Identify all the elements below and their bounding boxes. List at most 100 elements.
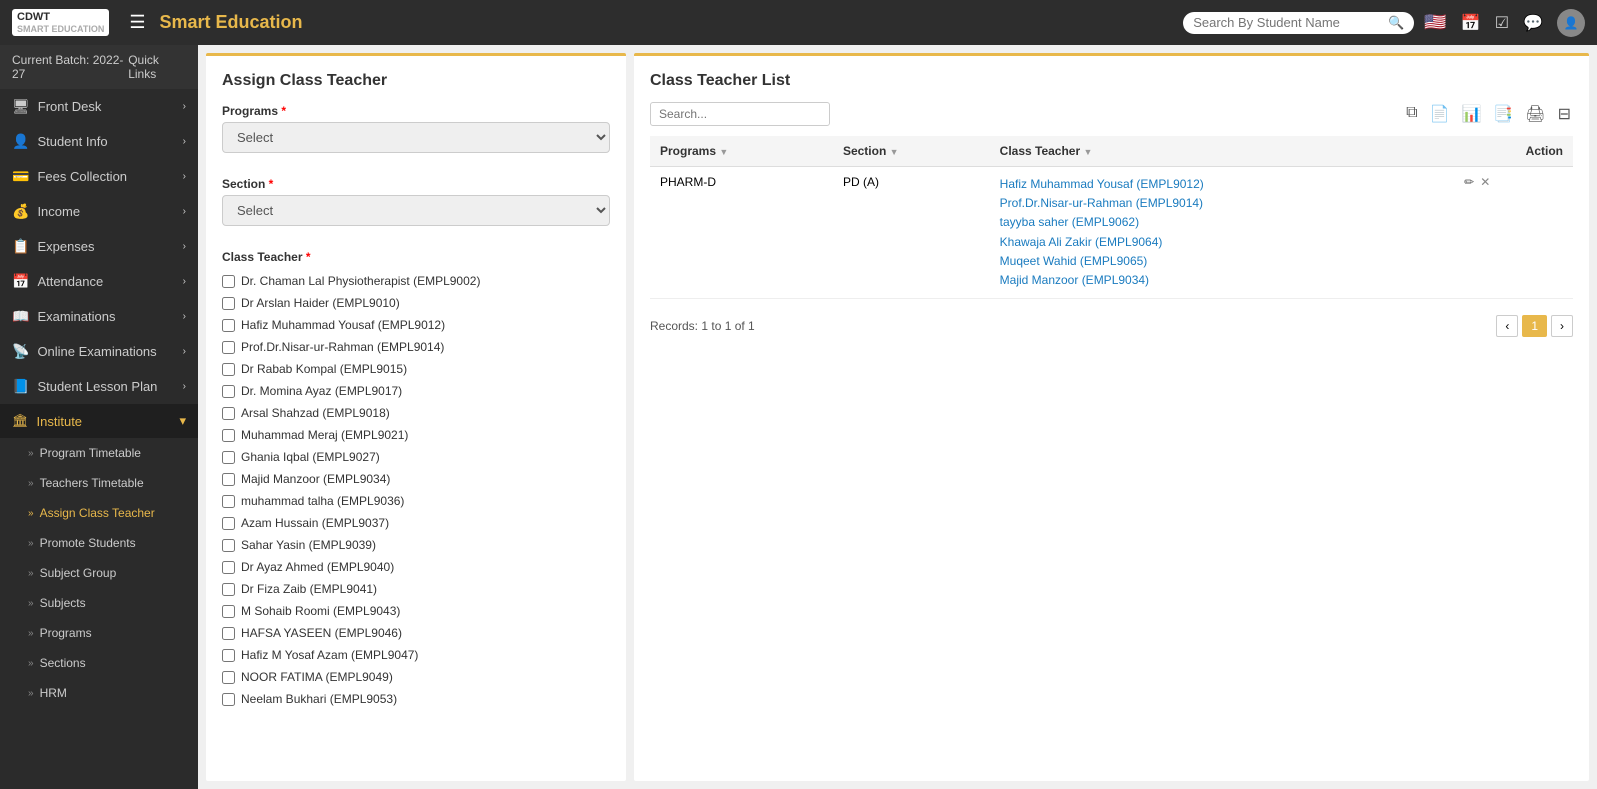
teacher-checkbox[interactable] bbox=[222, 275, 235, 288]
teacher-checkbox[interactable] bbox=[222, 495, 235, 508]
income-icon: 💰 bbox=[12, 203, 29, 220]
chevron-icon: › bbox=[183, 381, 186, 392]
fees-icon: 💳 bbox=[12, 168, 29, 185]
print-icon[interactable]: 🖨 bbox=[1523, 102, 1547, 126]
teacher-item: Dr Rabab Kompal (EMPL9015) bbox=[222, 360, 610, 378]
teacher-checkbox[interactable] bbox=[222, 649, 235, 662]
sidebar-item-programs[interactable]: » Programs bbox=[0, 618, 198, 648]
sidebar-item-sections[interactable]: » Sections bbox=[0, 648, 198, 678]
teacher-link[interactable]: tayyba saher (EMPL9062) bbox=[1000, 213, 1444, 232]
sidebar-item-assign-class-teacher[interactable]: » Assign Class Teacher bbox=[0, 498, 198, 528]
teacher-item: Muhammad Meraj (EMPL9021) bbox=[222, 426, 610, 444]
next-page-button[interactable]: › bbox=[1551, 315, 1573, 337]
col-action: Action bbox=[1454, 136, 1573, 167]
teacher-checkbox[interactable] bbox=[222, 583, 235, 596]
section-select[interactable]: Select bbox=[222, 195, 610, 226]
pdf-icon[interactable]: 📑 bbox=[1491, 102, 1515, 126]
edit-button[interactable]: ✏ bbox=[1464, 175, 1474, 189]
subitem-label: Subjects bbox=[40, 596, 86, 610]
sidebar-item-student-info[interactable]: 👤 Student Info › bbox=[0, 124, 198, 159]
delete-button[interactable]: ✕ bbox=[1480, 175, 1490, 189]
teacher-item: Sahar Yasin (EMPL9039) bbox=[222, 536, 610, 554]
sidebar-item-income[interactable]: 💰 Income › bbox=[0, 194, 198, 229]
attendance-icon: 📅 bbox=[12, 273, 29, 290]
excel-icon[interactable]: 📊 bbox=[1459, 102, 1483, 126]
teacher-checkbox[interactable] bbox=[222, 627, 235, 640]
teacher-checkbox[interactable] bbox=[222, 539, 235, 552]
search-input[interactable] bbox=[1193, 15, 1383, 30]
teacher-item: Dr. Momina Ayaz (EMPL9017) bbox=[222, 382, 610, 400]
teacher-checkbox[interactable] bbox=[222, 473, 235, 486]
chevron-icon: › bbox=[183, 171, 186, 182]
page-1-button[interactable]: 1 bbox=[1522, 315, 1547, 337]
programs-select[interactable]: Select bbox=[222, 122, 610, 153]
sidebar-item-examinations[interactable]: 📖 Examinations › bbox=[0, 299, 198, 334]
sidebar-item-promote-students[interactable]: » Promote Students bbox=[0, 528, 198, 558]
teacher-link[interactable]: Khawaja Ali Zakir (EMPL9064) bbox=[1000, 233, 1444, 252]
columns-icon[interactable]: ⊟ bbox=[1556, 102, 1573, 126]
arrow-icon: » bbox=[28, 688, 34, 699]
teacher-link[interactable]: Hafiz Muhammad Yousaf (EMPL9012) bbox=[1000, 175, 1444, 194]
teacher-link[interactable]: Majid Manzoor (EMPL9034) bbox=[1000, 271, 1444, 290]
teacher-checkbox[interactable] bbox=[222, 561, 235, 574]
calendar-icon[interactable]: 📅 bbox=[1461, 13, 1481, 33]
teacher-item: Prof.Dr.Nisar-ur-Rahman (EMPL9014) bbox=[222, 338, 610, 356]
teacher-link[interactable]: Muqeet Wahid (EMPL9065) bbox=[1000, 252, 1444, 271]
csv-icon[interactable]: 📄 bbox=[1428, 102, 1452, 126]
top-navbar: CDWT SMART EDUCATION ☰ Smart Education 🔍… bbox=[0, 0, 1597, 45]
sidebar-item-subject-group[interactable]: » Subject Group bbox=[0, 558, 198, 588]
flag-icon[interactable]: 🇺🇸 bbox=[1424, 12, 1446, 33]
hamburger-button[interactable]: ☰ bbox=[129, 12, 145, 33]
avatar[interactable]: 👤 bbox=[1557, 9, 1585, 37]
table-search-input[interactable] bbox=[650, 102, 830, 126]
sidebar-item-attendance[interactable]: 📅 Attendance › bbox=[0, 264, 198, 299]
sidebar-item-teachers-timetable[interactable]: » Teachers Timetable bbox=[0, 468, 198, 498]
sidebar-item-program-timetable[interactable]: » Program Timetable bbox=[0, 438, 198, 468]
sidebar-item-student-lesson-plan[interactable]: 📘 Student Lesson Plan › bbox=[0, 369, 198, 404]
chevron-icon: › bbox=[183, 241, 186, 252]
sidebar-item-label: Student Info bbox=[37, 134, 174, 149]
teacher-item: Ghania Iqbal (EMPL9027) bbox=[222, 448, 610, 466]
teacher-checkbox[interactable] bbox=[222, 517, 235, 530]
examinations-icon: 📖 bbox=[12, 308, 29, 325]
sidebar-item-expenses[interactable]: 📋 Expenses › bbox=[0, 229, 198, 264]
prev-page-button[interactable]: ‹ bbox=[1496, 315, 1518, 337]
col-class-teacher: Class Teacher ▼ bbox=[990, 136, 1454, 167]
programs-label: Programs * bbox=[222, 104, 610, 118]
list-title: Class Teacher List bbox=[650, 72, 1573, 90]
front-desk-icon: 🖥 bbox=[12, 98, 30, 115]
tasks-icon[interactable]: ☑ bbox=[1495, 13, 1509, 33]
main-layout: Current Batch: 2022-27 Quick Links 🖥 Fro… bbox=[0, 45, 1597, 789]
teacher-item: Majid Manzoor (EMPL9034) bbox=[222, 470, 610, 488]
teacher-checkbox[interactable] bbox=[222, 319, 235, 332]
sidebar-item-fees-collection[interactable]: 💳 Fees Collection › bbox=[0, 159, 198, 194]
teacher-item: NOOR FATIMA (EMPL9049) bbox=[222, 668, 610, 686]
teacher-checkbox[interactable] bbox=[222, 363, 235, 376]
sidebar-item-online-examinations[interactable]: 📡 Online Examinations › bbox=[0, 334, 198, 369]
table-body: PHARM-D PD (A) Hafiz Muhammad Yousaf (EM… bbox=[650, 167, 1573, 299]
teacher-checkbox[interactable] bbox=[222, 429, 235, 442]
search-bar: 🔍 bbox=[1183, 12, 1414, 34]
whatsapp-icon[interactable]: 💬 bbox=[1523, 13, 1543, 33]
teacher-checkbox[interactable] bbox=[222, 341, 235, 354]
teacher-checkbox[interactable] bbox=[222, 407, 235, 420]
teacher-checkbox[interactable] bbox=[222, 605, 235, 618]
sidebar-item-label: Examinations bbox=[37, 309, 174, 324]
teacher-item: Dr Fiza Zaib (EMPL9041) bbox=[222, 580, 610, 598]
teacher-checkbox[interactable] bbox=[222, 451, 235, 464]
logo-text: CDWT SMART EDUCATION bbox=[12, 9, 109, 37]
sidebar-item-hrm[interactable]: » HRM bbox=[0, 678, 198, 708]
teacher-checkbox[interactable] bbox=[222, 385, 235, 398]
teacher-checkbox[interactable] bbox=[222, 693, 235, 706]
arrow-icon: » bbox=[28, 448, 34, 459]
teacher-link[interactable]: Prof.Dr.Nisar-ur-Rahman (EMPL9014) bbox=[1000, 194, 1444, 213]
copy-icon[interactable]: ⧉ bbox=[1404, 102, 1419, 126]
sidebar-item-subjects[interactable]: » Subjects bbox=[0, 588, 198, 618]
teacher-item: Arsal Shahzad (EMPL9018) bbox=[222, 404, 610, 422]
teacher-checkbox[interactable] bbox=[222, 671, 235, 684]
teacher-checkbox[interactable] bbox=[222, 297, 235, 310]
cell-program: PHARM-D bbox=[650, 167, 833, 299]
sidebar-item-front-desk[interactable]: 🖥 Front Desk › bbox=[0, 89, 198, 124]
sidebar-section-institute[interactable]: 🏛 Institute ▾ bbox=[0, 404, 198, 438]
teacher-item: Azam Hussain (EMPL9037) bbox=[222, 514, 610, 532]
